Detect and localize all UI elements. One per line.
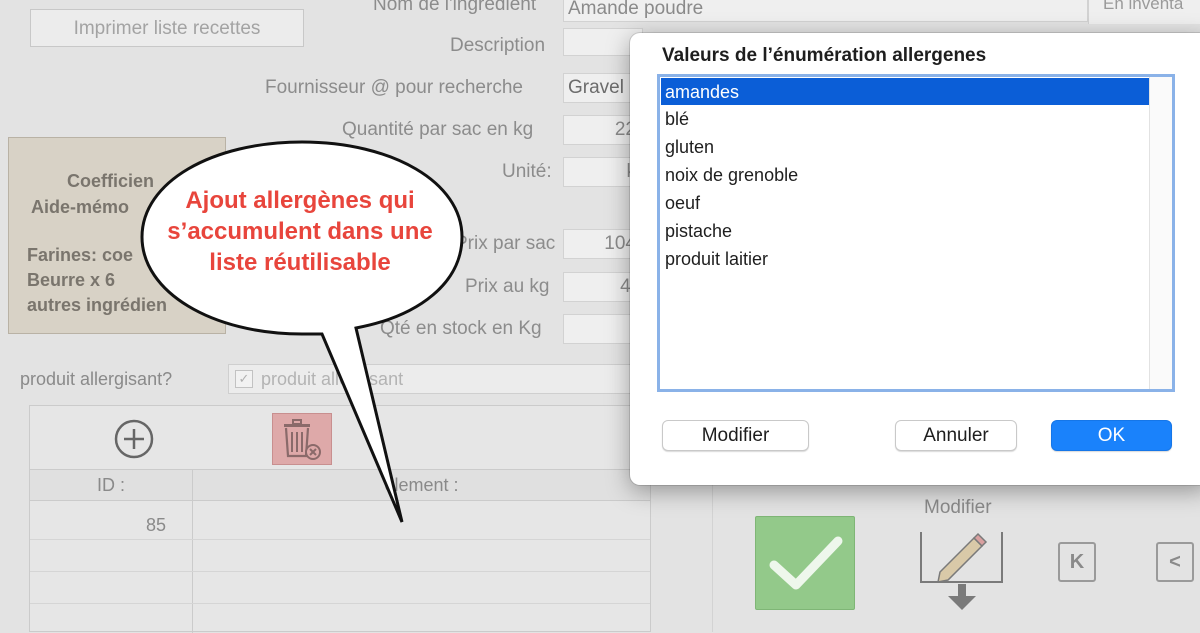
- modify-label: Modifier: [924, 497, 992, 518]
- column-divider: [192, 470, 193, 633]
- listbox-scrollbar[interactable]: [1149, 77, 1172, 389]
- inventory-label: En inventa: [1103, 0, 1184, 13]
- price-per-kg-label: Prix au kg: [465, 276, 550, 297]
- edit-pencil-icon[interactable]: [918, 528, 1006, 614]
- enumeration-item[interactable]: blé: [661, 105, 1150, 133]
- stock-qty-label: Qté en stock en Kg: [380, 318, 542, 339]
- enumeration-item[interactable]: gluten: [661, 133, 1150, 161]
- enumeration-item[interactable]: pistache: [661, 217, 1150, 245]
- row-divider: [30, 571, 650, 572]
- coef-line-4: Beurre x 6: [27, 270, 116, 290]
- modify-button[interactable]: Modifier: [662, 420, 809, 451]
- row-id-cell[interactable]: 85: [30, 515, 166, 536]
- allergen-list-panel: ID : element : 85: [29, 405, 651, 633]
- coef-line-3: Farines: coe: [27, 245, 134, 265]
- coef-line-2: Aide-mémo: [31, 197, 130, 217]
- list-toolbar: [30, 406, 650, 470]
- enumeration-listbox[interactable]: amandes blé gluten noix de grenoble oeuf pist…: [657, 74, 1175, 392]
- first-record-button[interactable]: K: [1058, 542, 1096, 582]
- coef-line-1: Coefficien: [67, 171, 155, 191]
- enumeration-item[interactable]: oeuf: [661, 189, 1150, 217]
- validate-button[interactable]: [755, 516, 855, 610]
- ingredient-name-field[interactable]: Amande poudre: [563, 0, 1088, 22]
- listbox-items: amandes blé gluten noix de grenoble oeuf pist…: [661, 78, 1150, 388]
- add-circle-icon[interactable]: [113, 418, 155, 460]
- description-label: Description: [450, 35, 546, 56]
- column-header-element[interactable]: element :: [193, 470, 650, 501]
- allergen-checkbox[interactable]: ✓: [235, 370, 253, 388]
- enumeration-item[interactable]: amandes: [661, 78, 1150, 105]
- row-divider: [30, 603, 650, 604]
- enumeration-dialog: Valeurs de l’énumération allergenes aman…: [630, 33, 1200, 485]
- enumeration-item[interactable]: produit laitier: [661, 245, 1150, 273]
- cancel-button[interactable]: Annuler: [895, 420, 1017, 451]
- checkmark-icon: [769, 536, 843, 590]
- coef-line-5: autres ingrédien: [27, 295, 168, 315]
- dialog-title: Valeurs de l’énumération allergenes: [662, 45, 987, 66]
- delete-button[interactable]: [272, 413, 332, 465]
- print-recipes-button[interactable]: Imprimer liste recettes: [30, 9, 304, 47]
- column-header-id[interactable]: ID :: [30, 470, 192, 501]
- supplier-label: Fournisseur @ pour recherche: [265, 77, 523, 98]
- trash-icon: [284, 419, 321, 460]
- ok-button[interactable]: OK: [1051, 420, 1172, 451]
- unit-label: Unité:: [502, 161, 552, 182]
- allergen-checkbox-label: produit allergisant: [261, 369, 404, 389]
- allergen-field[interactable]: ✓ produit allergisant: [228, 364, 648, 394]
- ingredient-name-label: Nom de l'ingrédient: [373, 0, 537, 15]
- row-divider: [30, 539, 650, 540]
- previous-record-button[interactable]: <: [1156, 542, 1194, 582]
- price-per-bag-label: Prix par sac: [455, 233, 556, 254]
- enumeration-item[interactable]: noix de grenoble: [661, 161, 1150, 189]
- callout-text: Ajout allergènes qui s’accumulent dans u…: [167, 187, 433, 276]
- allergen-question-label: produit allergisant?: [20, 369, 173, 389]
- qty-per-bag-label: Quantité par sac en kg: [342, 119, 534, 140]
